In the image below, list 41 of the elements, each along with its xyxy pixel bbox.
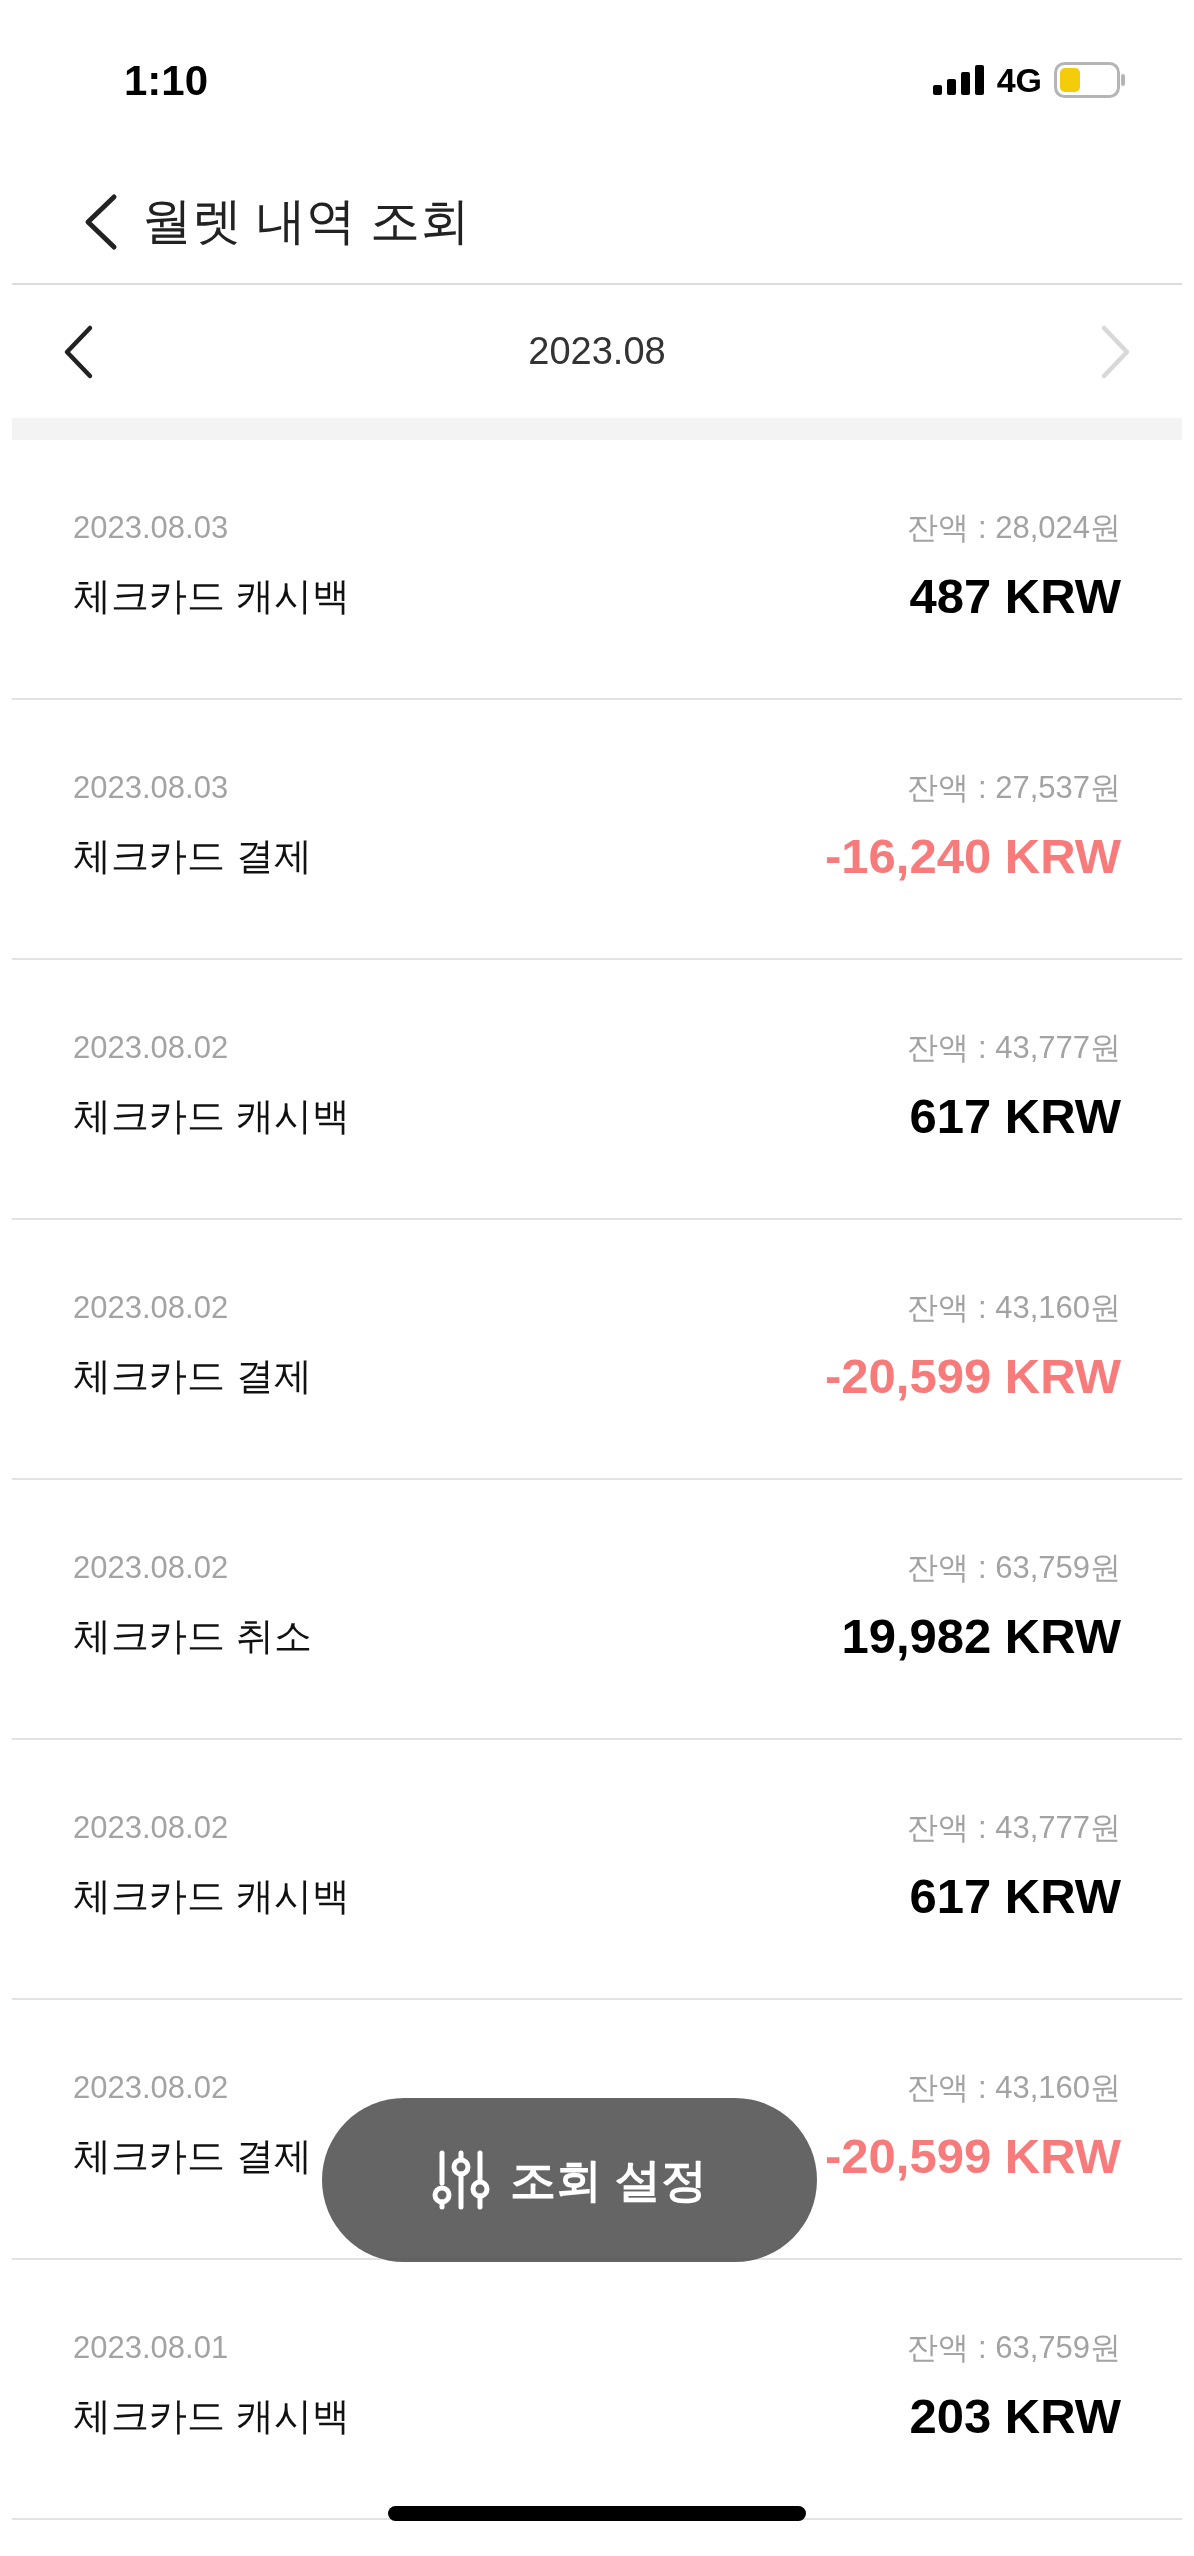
- amount-text: 617 KRW: [909, 1867, 1121, 1925]
- previous-month-icon[interactable]: [62, 323, 94, 380]
- month-label: 2023.08: [528, 329, 666, 374]
- network-label: 4G: [996, 59, 1042, 101]
- balance-text: 잔액 : 27,537원: [907, 769, 1121, 807]
- signal-icon: [932, 65, 985, 95]
- transaction-date: 2023.08.03: [73, 769, 229, 807]
- transaction-title: 체크카드 결제: [73, 833, 312, 879]
- balance-text: 잔액 : 43,160원: [907, 2069, 1121, 2107]
- transaction-title: 체크카드 결제: [73, 2133, 312, 2179]
- transaction-date: 2023.08.02: [73, 2069, 229, 2107]
- amount-text: 203 KRW: [909, 2387, 1121, 2445]
- amount-text: 617 KRW: [909, 1087, 1121, 1145]
- balance-text: 잔액 : 63,759원: [907, 1549, 1121, 1587]
- amount-text: -20,599 KRW: [825, 2127, 1121, 2185]
- battery-icon: [1054, 62, 1126, 98]
- balance-text: 잔액 : 63,759원: [907, 2329, 1121, 2367]
- filter-button[interactable]: 조회 설정: [322, 2098, 817, 2262]
- transaction-date: 2023.08.02: [73, 1029, 229, 1067]
- transaction-date: 2023.08.02: [73, 1549, 229, 1587]
- transaction-title: 체크카드 캐시백: [73, 1093, 350, 1139]
- sliders-icon: [432, 2149, 491, 2211]
- status-time: 1:10: [124, 55, 209, 106]
- transaction-title: 체크카드 취소: [73, 1613, 312, 1659]
- transaction-date: 2023.08.02: [73, 1289, 229, 1327]
- transaction-date: 2023.08.03: [73, 509, 229, 547]
- transaction-title: 체크카드 결제: [73, 1353, 312, 1399]
- amount-text: -16,240 KRW: [825, 827, 1121, 885]
- balance-text: 잔액 : 43,777원: [907, 1029, 1121, 1067]
- transaction-date: 2023.08.02: [73, 1809, 229, 1847]
- balance-text: 잔액 : 28,024원: [907, 509, 1121, 547]
- page-title: 월렛 내역 조회: [142, 192, 470, 251]
- transaction-title: 체크카드 캐시백: [73, 1873, 350, 1919]
- transaction-title: 체크카드 캐시백: [73, 573, 350, 619]
- amount-text: 487 KRW: [909, 567, 1121, 625]
- amount-text: 19,982 KRW: [841, 1607, 1121, 1665]
- transaction-date: 2023.08.01: [73, 2329, 229, 2367]
- balance-text: 잔액 : 43,160원: [907, 1289, 1121, 1327]
- amount-text: -20,599 KRW: [825, 1347, 1121, 1405]
- balance-text: 잔액 : 43,777원: [907, 1809, 1121, 1847]
- transaction-title: 체크카드 캐시백: [73, 2393, 350, 2439]
